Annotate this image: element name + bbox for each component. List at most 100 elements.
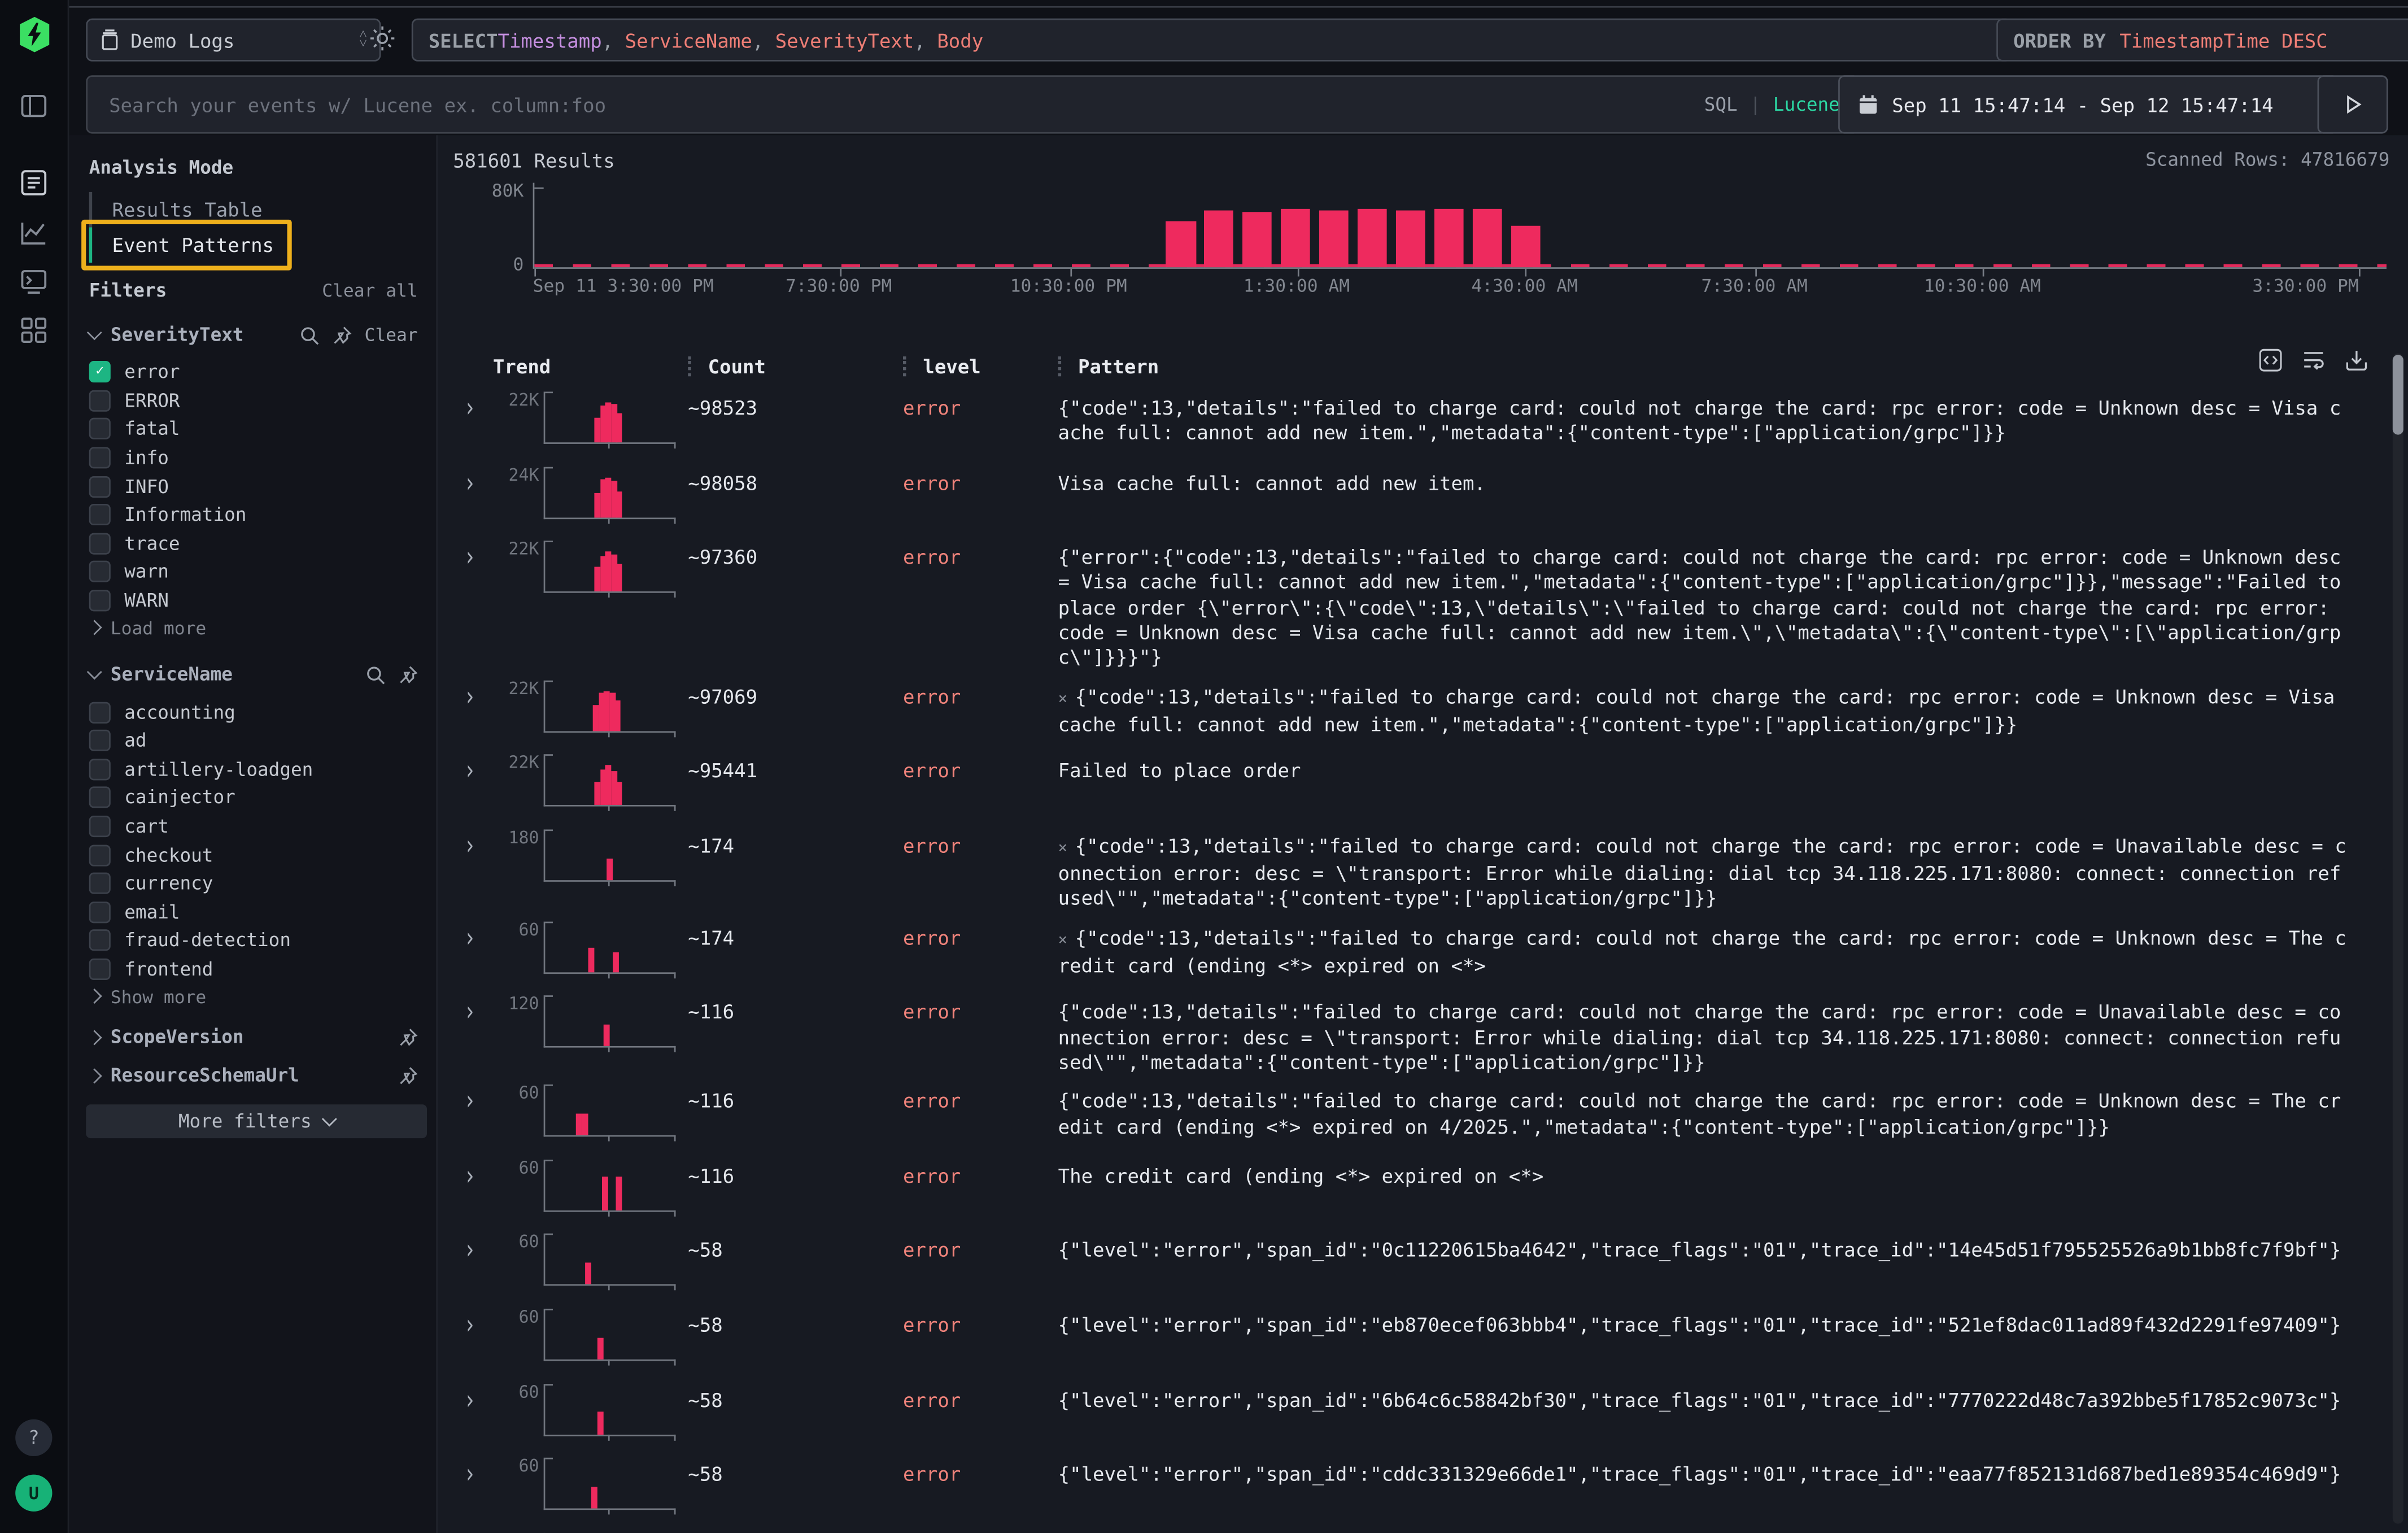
severity-load-more[interactable]: Load more: [89, 615, 424, 641]
checkbox-icon[interactable]: [89, 930, 111, 951]
sql-select-editor[interactable]: SELECT Timestamp, ServiceName, SeverityT…: [412, 19, 2012, 62]
download-icon[interactable]: [2345, 349, 2368, 372]
pattern-row[interactable]: ›120~116error{"code":13,"details":"faile…: [453, 987, 2389, 1075]
filter-group-servicename[interactable]: ServiceName: [89, 664, 424, 686]
checkbox-icon[interactable]: [89, 419, 111, 440]
scrollbar-thumb[interactable]: [2393, 355, 2403, 434]
checkbox-icon[interactable]: [89, 816, 111, 837]
order-by-editor[interactable]: ORDER BY TimestampTime DESC: [1996, 19, 2408, 62]
column-resize-handle[interactable]: [688, 356, 694, 376]
checkbox-checked-icon[interactable]: ✓: [89, 362, 111, 383]
column-header-trend[interactable]: Trend: [493, 354, 688, 377]
filter-option-ERROR[interactable]: ERROR: [89, 386, 424, 415]
pattern-row[interactable]: ›22K~95441errorFailed to place order: [453, 746, 2389, 820]
checkbox-icon[interactable]: [89, 476, 111, 497]
filter-option-error[interactable]: ✓error: [89, 358, 424, 387]
collapse-panel-icon[interactable]: [20, 92, 47, 120]
analysis-mode-item-event-patterns[interactable]: Event Patterns: [89, 227, 424, 263]
filter-option-cainjector[interactable]: cainjector: [89, 783, 424, 812]
pattern-row[interactable]: ›24K~98058errorVisa cache full: cannot a…: [453, 457, 2389, 532]
expand-chevron-icon[interactable]: ›: [453, 1448, 493, 1491]
checkbox-icon[interactable]: [89, 787, 111, 808]
expand-chevron-icon[interactable]: ›: [453, 1224, 493, 1268]
pattern-row[interactable]: ›60~116error{"code":13,"details":"failed…: [453, 1075, 2389, 1150]
filter-option-checkout[interactable]: checkout: [89, 840, 424, 869]
checkbox-icon[interactable]: [89, 390, 111, 411]
checkbox-icon[interactable]: [89, 959, 111, 980]
checkbox-icon[interactable]: [89, 447, 111, 469]
filter-option-INFO[interactable]: INFO: [89, 472, 424, 501]
filter-option-WARN[interactable]: WARN: [89, 586, 424, 615]
dismiss-x-icon[interactable]: ×: [1058, 691, 1067, 708]
pattern-row[interactable]: ›60~58error{"level":"error","span_id":"e…: [453, 1300, 2389, 1374]
pin-icon[interactable]: [398, 1027, 417, 1047]
expand-chevron-icon[interactable]: ›: [453, 986, 493, 1029]
expand-chevron-icon[interactable]: ›: [453, 381, 493, 425]
search-icon[interactable]: [300, 325, 320, 345]
checkbox-icon[interactable]: [89, 873, 111, 894]
expand-chevron-icon[interactable]: ›: [453, 911, 493, 955]
column-header-pattern[interactable]: Pattern: [1058, 354, 2390, 377]
logs-list-icon[interactable]: [20, 169, 47, 197]
code-braces-icon[interactable]: [2259, 349, 2282, 372]
checkbox-icon[interactable]: [89, 590, 111, 611]
filter-option-ad[interactable]: ad: [89, 726, 424, 755]
app-logo-icon[interactable]: [16, 17, 52, 53]
filter-group-scopeversion[interactable]: ScopeVersion: [89, 1026, 424, 1048]
analysis-mode-item-results-table[interactable]: Results Table: [89, 192, 424, 228]
checkbox-icon[interactable]: [89, 901, 111, 923]
pattern-row[interactable]: ›60~58error{"level":"error","span_id":"c…: [453, 1449, 2389, 1523]
clear-all-link[interactable]: Clear all: [322, 280, 417, 301]
terminal-icon[interactable]: [20, 267, 47, 295]
pattern-row[interactable]: ›180~174error×{"code":13,"details":"fail…: [453, 820, 2389, 912]
pin-icon[interactable]: [398, 1066, 417, 1086]
dismiss-x-icon[interactable]: ×: [1058, 840, 1067, 857]
filter-option-trace[interactable]: trace: [89, 529, 424, 558]
expand-chevron-icon[interactable]: ›: [453, 456, 493, 499]
pattern-row[interactable]: ›60~58error{"level":"error","span_id":"6…: [453, 1374, 2389, 1449]
pattern-row[interactable]: ›22K~97069error×{"code":13,"details":"fa…: [453, 670, 2389, 745]
filter-option-warn[interactable]: warn: [89, 558, 424, 587]
services-grid-icon[interactable]: [20, 316, 47, 344]
column-header-level[interactable]: level: [903, 354, 1058, 377]
column-resize-handle[interactable]: [1058, 356, 1065, 376]
expand-chevron-icon[interactable]: ›: [453, 819, 493, 863]
pattern-row[interactable]: ›60~116errorThe credit card (ending <*> …: [453, 1150, 2389, 1225]
checkbox-icon[interactable]: [89, 702, 111, 723]
gear-icon[interactable]: [369, 25, 396, 53]
help-button[interactable]: ?: [15, 1419, 52, 1456]
filter-option-cart[interactable]: cart: [89, 812, 424, 841]
checkbox-icon[interactable]: [89, 533, 111, 554]
filter-option-accounting[interactable]: accounting: [89, 698, 424, 727]
pattern-row[interactable]: ›22K~98523error{"code":13,"details":"fai…: [453, 382, 2389, 457]
expand-chevron-icon[interactable]: ›: [453, 1149, 493, 1193]
wrap-text-icon[interactable]: [2302, 349, 2325, 372]
expand-chevron-icon[interactable]: ›: [453, 531, 493, 574]
filter-option-email[interactable]: email: [89, 898, 424, 926]
expand-chevron-icon[interactable]: ›: [453, 1373, 493, 1417]
checkbox-icon[interactable]: [89, 759, 111, 780]
filter-option-Information[interactable]: Information: [89, 500, 424, 529]
expand-chevron-icon[interactable]: ›: [453, 670, 493, 713]
pattern-row[interactable]: ›60~174error×{"code":13,"details":"faile…: [453, 912, 2389, 987]
expand-chevron-icon[interactable]: ›: [453, 1074, 493, 1118]
expand-chevron-icon[interactable]: ›: [453, 744, 493, 788]
dismiss-x-icon[interactable]: ×: [1058, 932, 1067, 949]
severity-clear-link[interactable]: Clear: [365, 324, 418, 346]
filter-option-fraud-detection[interactable]: fraud-detection: [89, 926, 424, 955]
checkbox-icon[interactable]: [89, 844, 111, 866]
column-header-count[interactable]: Count: [688, 354, 903, 377]
pattern-row[interactable]: ›60~58error{"level":"error","span_id":"3…: [453, 1523, 2389, 1533]
expand-chevron-icon[interactable]: ›: [453, 1299, 493, 1342]
pin-icon[interactable]: [398, 665, 417, 685]
chart-line-icon[interactable]: [20, 218, 47, 246]
filter-group-severitytext[interactable]: SeverityText Clear: [89, 324, 424, 346]
mode-sql[interactable]: SQL: [1704, 94, 1738, 115]
user-avatar[interactable]: U: [15, 1475, 52, 1512]
mode-lucene[interactable]: Lucene: [1773, 94, 1840, 115]
filter-option-fatal[interactable]: fatal: [89, 415, 424, 444]
column-resize-handle[interactable]: [903, 356, 909, 376]
pattern-row[interactable]: ›60~58error{"level":"error","span_id":"0…: [453, 1225, 2389, 1299]
source-select[interactable]: Demo Logs ˄˅: [86, 19, 381, 62]
filter-group-resourceschemaurl[interactable]: ResourceSchemaUrl: [89, 1065, 424, 1086]
